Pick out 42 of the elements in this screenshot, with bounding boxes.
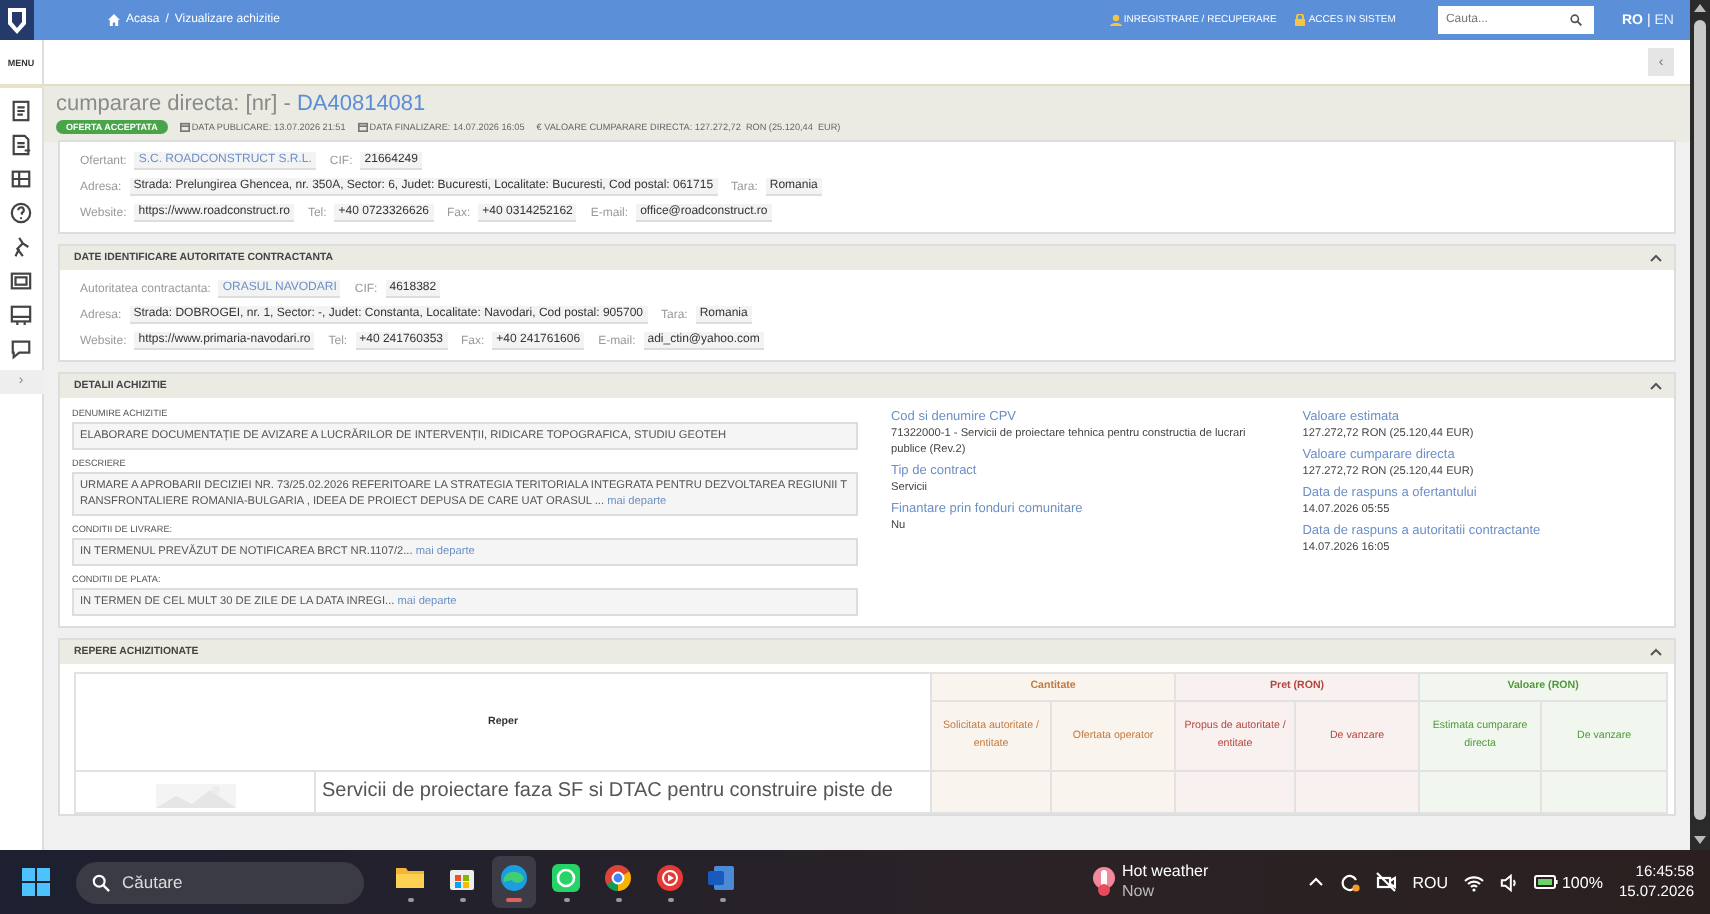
collapse-icon[interactable] <box>1650 254 1662 262</box>
list-icon <box>10 134 32 156</box>
chevron-up-icon[interactable] <box>1308 874 1325 890</box>
taskbar-search[interactable]: Căutare <box>76 861 364 903</box>
chrome-icon <box>604 863 632 891</box>
battery-icon[interactable] <box>1533 874 1558 890</box>
item-name: Servicii de proiectare faza SF si DTAC pentru construire piste de <box>315 771 932 813</box>
battery-level: 100% <box>1561 873 1603 891</box>
weather-title: Hot weather <box>1122 862 1209 882</box>
procurement-code[interactable]: DA40814081 <box>296 92 426 116</box>
logo-icon <box>8 7 26 33</box>
volume-icon[interactable] <box>1499 873 1518 891</box>
document-app-icon <box>708 863 736 891</box>
figure-icon <box>10 236 32 258</box>
collapse-icon[interactable] <box>1650 648 1662 656</box>
camera-off-icon[interactable] <box>1376 872 1397 892</box>
calendar-icon <box>357 122 368 132</box>
wifi-icon[interactable] <box>1463 873 1484 891</box>
procurement-title: cumparare directa: [nr] - DA40814081 <box>56 92 428 118</box>
search-icon <box>1569 14 1582 26</box>
taskbar-app[interactable] <box>492 856 536 908</box>
thermometer-icon <box>1092 866 1116 898</box>
lock-icon <box>1294 14 1307 26</box>
calendar-icon <box>179 122 190 132</box>
weather-subtitle: Now <box>1122 882 1157 902</box>
music-icon <box>656 863 684 891</box>
browser-icon <box>500 863 528 891</box>
document-icon <box>10 100 32 122</box>
home-icon <box>108 14 120 26</box>
folder-icon <box>396 863 424 891</box>
frame-icon <box>10 270 32 292</box>
person-icon <box>1109 14 1122 26</box>
windows-icon[interactable] <box>22 868 50 896</box>
search-icon <box>92 873 110 891</box>
map-icon <box>10 168 32 190</box>
chat-app-icon <box>552 863 580 891</box>
sync-icon[interactable] <box>1340 872 1361 892</box>
input-language[interactable]: ROU <box>1412 873 1448 891</box>
help-icon <box>10 202 32 224</box>
chat-icon <box>10 338 32 360</box>
monitor-icon <box>10 304 32 326</box>
collapse-icon[interactable] <box>1650 382 1662 390</box>
